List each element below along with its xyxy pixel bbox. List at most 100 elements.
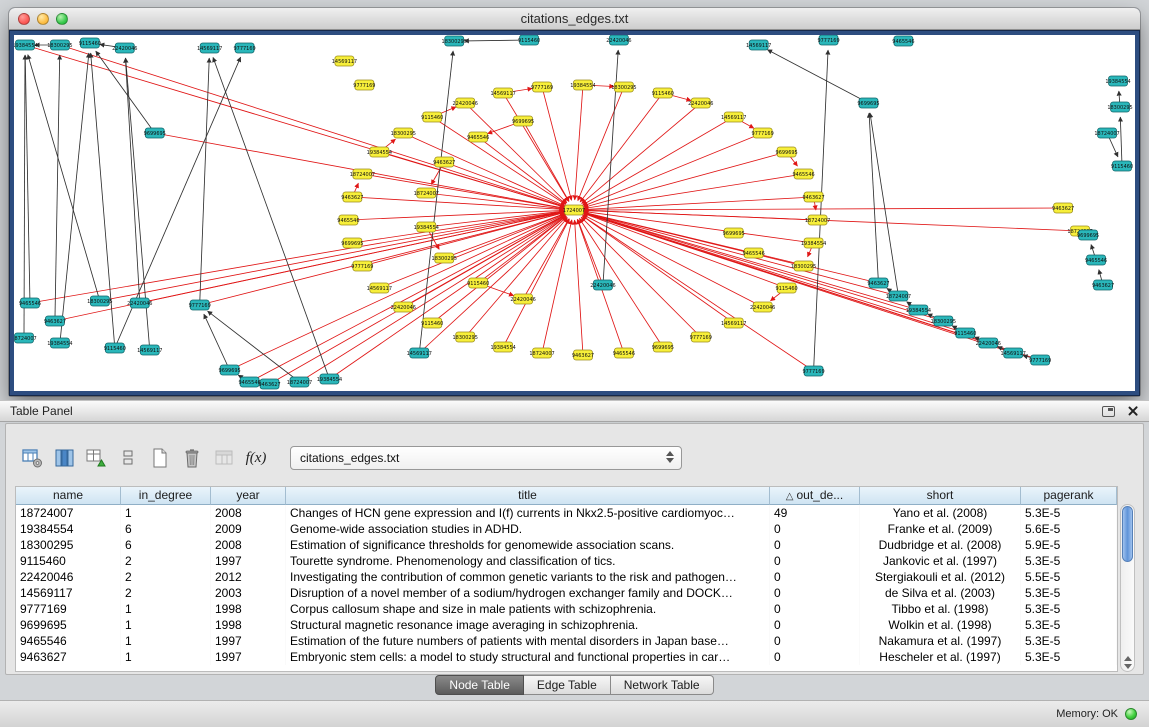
graph-node[interactable]: 14569117 (137, 345, 162, 355)
graph-edge[interactable] (584, 152, 787, 207)
graph-node[interactable]: 18724007 (1094, 128, 1119, 138)
graph-node[interactable]: 19384554 (801, 238, 826, 248)
tab-node-table[interactable]: Node Table (435, 675, 524, 695)
scroll-down-icon[interactable] (1124, 664, 1132, 669)
graph-node[interactable]: 18300295 (1107, 102, 1132, 112)
cell-year[interactable]: 1997 (211, 553, 286, 569)
graph-node[interactable]: 22420046 (127, 298, 152, 308)
column-header-in-degree[interactable]: in_degree (121, 487, 211, 505)
cell-in-degree[interactable]: 1 (121, 649, 211, 665)
new-column-icon[interactable] (82, 444, 110, 472)
graph-node[interactable]: 9115460 (1111, 161, 1133, 171)
graph-node[interactable]: 22420046 (510, 294, 535, 304)
cell-name[interactable]: 9115460 (16, 553, 121, 569)
graph-node[interactable]: 9115460 (652, 88, 674, 98)
graph-node[interactable]: 22420046 (590, 280, 615, 290)
graph-node[interactable]: 9699695 (512, 116, 534, 126)
cell-in-degree[interactable]: 2 (121, 585, 211, 601)
network-canvas[interactable]: 1724007193845541830029591154602242004614… (14, 35, 1135, 391)
graph-edge[interactable] (814, 50, 828, 371)
graph-node[interactable]: 19384554 (414, 222, 439, 232)
graph-node[interactable]: 9699695 (776, 147, 798, 157)
cell-out-degree[interactable]: 0 (770, 521, 860, 537)
cell-pagerank[interactable]: 5.5E-5 (1021, 569, 1117, 585)
graph-node[interactable]: 9465546 (337, 215, 359, 225)
cell-title[interactable]: Structural magnetic resonance image aver… (286, 617, 770, 633)
graph-node[interactable]: 1724007 (563, 205, 585, 215)
graph-node[interactable]: 9465546 (19, 298, 41, 308)
new-file-icon[interactable] (146, 444, 174, 472)
cell-in-degree[interactable]: 2 (121, 569, 211, 585)
cell-title[interactable]: Disruption of a novel member of a sodium… (286, 585, 770, 601)
cell-pagerank[interactable]: 5.3E-5 (1021, 585, 1117, 601)
cell-out-degree[interactable]: 0 (770, 553, 860, 569)
table-scrollbar[interactable] (1120, 504, 1135, 672)
graph-edge[interactable] (419, 51, 453, 353)
graph-node[interactable]: 9465546 (238, 377, 260, 387)
graph-edge[interactable] (582, 103, 701, 204)
graph-node[interactable]: 22420046 (391, 302, 416, 312)
delete-icon[interactable] (178, 444, 206, 472)
graph-edge[interactable] (432, 216, 566, 323)
cell-name[interactable]: 9777169 (16, 601, 121, 617)
cell-pagerank[interactable]: 5.3E-5 (1021, 649, 1117, 665)
graph-node[interactable]: 9115460 (104, 343, 126, 353)
graph-node[interactable]: 14569117 (332, 56, 357, 66)
graph-edge[interactable] (584, 213, 899, 296)
cell-out-degree[interactable]: 0 (770, 601, 860, 617)
graph-node[interactable]: 9115460 (518, 35, 540, 45)
cell-name[interactable]: 18300295 (16, 537, 121, 553)
tab-network-table[interactable]: Network Table (611, 675, 714, 695)
graph-node[interactable]: 9777169 (233, 43, 255, 53)
graph-edge[interactable] (213, 57, 329, 379)
cell-title[interactable]: Corpus callosum shape and size in male p… (286, 601, 770, 617)
table-row[interactable]: 1872400712008Changes of HCN gene express… (16, 505, 1117, 521)
graph-node[interactable]: 9115460 (954, 328, 976, 338)
graph-node[interactable]: 22420046 (976, 338, 1001, 348)
graph-edge[interactable] (523, 121, 569, 201)
graph-node[interactable]: 9463627 (1052, 203, 1074, 213)
graph-edge[interactable] (584, 210, 1080, 231)
graph-node[interactable]: 9777169 (690, 332, 712, 342)
cell-in-degree[interactable]: 2 (121, 553, 211, 569)
graph-edge[interactable] (584, 211, 814, 243)
graph-node[interactable]: 18300295 (791, 261, 816, 271)
graph-node[interactable]: 9463627 (1092, 280, 1114, 290)
graph-node[interactable]: 9465546 (467, 132, 489, 142)
cell-short[interactable]: Yano et al. (2008) (860, 505, 1021, 521)
graph-edge[interactable] (200, 58, 210, 305)
graph-node[interactable]: 9699695 (144, 128, 166, 138)
graph-node[interactable]: 9699695 (723, 228, 745, 238)
column-header-short[interactable]: short (860, 487, 1021, 505)
graph-node[interactable]: 18300295 (432, 253, 457, 263)
graph-node[interactable]: 19384554 (367, 147, 392, 157)
cell-year[interactable]: 2008 (211, 505, 286, 521)
graph-node[interactable]: 9777169 (531, 82, 553, 92)
graph-edge[interactable] (584, 208, 1063, 210)
graph-node[interactable]: 9463627 (867, 278, 889, 288)
graph-node[interactable]: 18724007 (805, 215, 830, 225)
table-row[interactable]: 969969511998Structural magnetic resonanc… (16, 617, 1117, 633)
graph-node[interactable]: 19384554 (47, 338, 72, 348)
graph-node[interactable]: 9115460 (776, 283, 798, 293)
graph-node[interactable]: 9115460 (421, 112, 443, 122)
cell-title[interactable]: Tourette syndrome. Phenomenology and cla… (286, 553, 770, 569)
graph-edge[interactable] (204, 314, 230, 370)
cell-in-degree[interactable]: 1 (121, 633, 211, 649)
graph-node[interactable]: 9465546 (613, 348, 635, 358)
graph-node[interactable]: 14569117 (721, 318, 746, 328)
graph-edge[interactable] (583, 117, 734, 205)
cell-pagerank[interactable]: 5.3E-5 (1021, 553, 1117, 569)
cell-year[interactable]: 1998 (211, 617, 286, 633)
cell-title[interactable]: Investigating the contribution of common… (286, 569, 770, 585)
graph-edge[interactable] (583, 213, 965, 333)
cell-short[interactable]: de Silva et al. (2003) (860, 585, 1021, 601)
cell-short[interactable]: Franke et al. (2009) (860, 521, 1021, 537)
cell-title[interactable]: Genome-wide association studies in ADHD. (286, 521, 770, 537)
graph-edge[interactable] (140, 212, 564, 303)
cell-title[interactable]: Embryonic stem cells: a model to study s… (286, 649, 770, 665)
cell-out-degree[interactable]: 0 (770, 537, 860, 553)
graph-node[interactable]: 22420046 (750, 302, 775, 312)
graph-node[interactable]: 18724007 (529, 348, 554, 358)
cell-short[interactable]: Tibbo et al. (1998) (860, 601, 1021, 617)
